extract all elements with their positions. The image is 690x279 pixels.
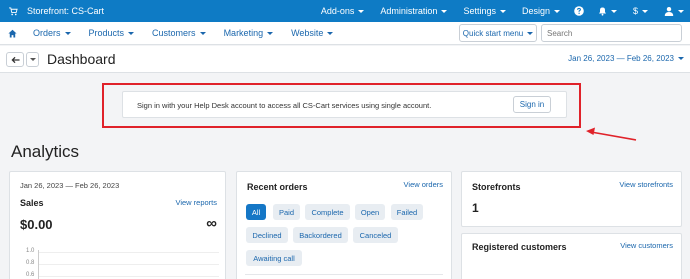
currency-selector[interactable]: $ <box>625 6 656 16</box>
nav-customers-label: Customers <box>152 28 196 38</box>
storefronts-title: Storefronts <box>472 182 521 192</box>
menu-settings-label: Settings <box>463 6 496 16</box>
quick-start-menu-button[interactable]: Quick start menu <box>459 24 537 42</box>
menu-design[interactable]: Design <box>514 6 568 16</box>
history-dropdown-button[interactable] <box>26 52 39 67</box>
menu-addons-label: Add-ons <box>320 6 355 16</box>
chevron-down-icon <box>642 9 648 13</box>
sales-change: ∞ <box>206 215 217 232</box>
nav-customers[interactable]: Customers <box>143 28 215 38</box>
nav-website[interactable]: Website <box>282 28 342 38</box>
view-storefronts-link[interactable]: View storefronts <box>619 180 673 189</box>
chevron-down-icon <box>327 31 334 35</box>
sales-card: Jan 26, 2023 — Feb 26, 2023 Sales View r… <box>9 171 226 279</box>
filter-backordered[interactable]: Backordered <box>293 227 348 243</box>
nav-products-label: Products <box>88 28 125 38</box>
chevron-down-icon <box>358 9 365 13</box>
quick-start-label: Quick start menu <box>462 28 524 38</box>
page-header: Dashboard Jan 26, 2023 — Feb 26, 2023 <box>0 46 690 73</box>
registered-customers-card: Registered customers View customers <box>461 233 682 279</box>
date-range-label: Jan 26, 2023 — Feb 26, 2023 <box>568 54 674 63</box>
menu-design-label: Design <box>521 6 550 16</box>
chevron-down-icon <box>64 31 71 35</box>
gridline <box>39 264 219 265</box>
chevron-down-icon <box>527 31 534 35</box>
bell-icon <box>598 7 606 16</box>
nav-orders-label: Orders <box>33 28 61 38</box>
filter-failed[interactable]: Failed <box>391 204 423 220</box>
chevron-down-icon <box>610 9 617 13</box>
view-reports-link[interactable]: View reports <box>175 198 217 207</box>
user-menu[interactable] <box>656 6 690 16</box>
recent-orders-title: Recent orders <box>247 182 308 192</box>
chevron-down-icon <box>553 9 560 13</box>
top-bar: Storefront: CS-Cart Add-ons Administrati… <box>0 0 690 22</box>
date-range-picker[interactable]: Jan 26, 2023 — Feb 26, 2023 <box>568 54 684 63</box>
sales-title: Sales <box>20 198 44 208</box>
storefronts-count: 1 <box>472 201 479 215</box>
chevron-down-icon <box>499 9 506 13</box>
cart-icon <box>9 6 18 15</box>
home-button[interactable] <box>0 29 24 38</box>
nav-marketing-label: Marketing <box>223 28 264 38</box>
sales-amount: $0.00 <box>20 217 53 232</box>
analytics-heading: Analytics <box>11 142 80 161</box>
sales-date-range: Jan 26, 2023 — Feb 26, 2023 <box>20 181 120 190</box>
chevron-down-icon <box>678 57 684 60</box>
chevron-down-icon <box>29 58 36 61</box>
gridline <box>39 276 219 277</box>
storefront-label: Storefront: CS-Cart <box>27 6 105 16</box>
help-button[interactable] <box>568 6 590 16</box>
filter-declined[interactable]: Declined <box>246 227 288 243</box>
main-nav: Orders Products Customers Marketing Webs… <box>0 22 690 45</box>
filter-canceled[interactable]: Canceled <box>353 227 398 243</box>
filter-paid[interactable]: Paid <box>273 204 300 220</box>
chevron-down-icon <box>267 31 274 35</box>
view-customers-link[interactable]: View customers <box>620 241 673 250</box>
menu-administration[interactable]: Administration <box>372 6 455 16</box>
menu-addons[interactable]: Add-ons <box>313 6 373 16</box>
notifications-button[interactable] <box>590 6 625 16</box>
chevron-down-icon <box>678 9 684 13</box>
currency-label: $ <box>632 6 638 16</box>
annotation-arrow-icon <box>586 127 637 141</box>
y-tick-label: 0.8 <box>26 260 35 266</box>
nav-marketing[interactable]: Marketing <box>215 28 283 38</box>
nav-products[interactable]: Products <box>80 28 144 38</box>
back-button[interactable] <box>6 52 24 67</box>
menu-administration-label: Administration <box>380 6 438 16</box>
signin-button[interactable]: Sign in <box>513 96 551 113</box>
nav-orders[interactable]: Orders <box>24 28 80 38</box>
storefront-switcher[interactable]: Storefront: CS-Cart <box>0 6 104 16</box>
help-icon <box>574 6 584 16</box>
filter-all[interactable]: All <box>246 204 266 220</box>
filter-awaiting-call[interactable]: Awaiting call <box>246 250 302 266</box>
page-title: Dashboard <box>47 51 116 67</box>
chevron-down-icon <box>128 31 135 35</box>
filter-complete[interactable]: Complete <box>305 204 350 220</box>
search-input[interactable] <box>541 24 682 42</box>
filter-open[interactable]: Open <box>355 204 385 220</box>
home-icon <box>7 29 17 38</box>
signin-notice: Sign in with your Help Desk account to a… <box>122 91 567 118</box>
menu-settings[interactable]: Settings <box>455 6 514 16</box>
chevron-down-icon <box>199 31 206 35</box>
user-icon <box>664 7 674 16</box>
arrow-left-icon <box>10 56 20 63</box>
recent-orders-card: Recent orders View orders All Paid Compl… <box>236 171 452 279</box>
registered-customers-title: Registered customers <box>472 242 567 252</box>
signin-notice-text: Sign in with your Help Desk account to a… <box>137 101 432 110</box>
view-orders-link[interactable]: View orders <box>404 180 443 189</box>
nav-website-label: Website <box>291 28 324 38</box>
y-tick-label: 1.0 <box>26 248 35 254</box>
storefronts-card: Storefronts View storefronts 1 <box>461 171 682 227</box>
chevron-down-icon <box>441 9 448 13</box>
divider <box>245 274 443 275</box>
y-tick-label: 0.6 <box>26 272 35 278</box>
gridline <box>39 252 219 253</box>
